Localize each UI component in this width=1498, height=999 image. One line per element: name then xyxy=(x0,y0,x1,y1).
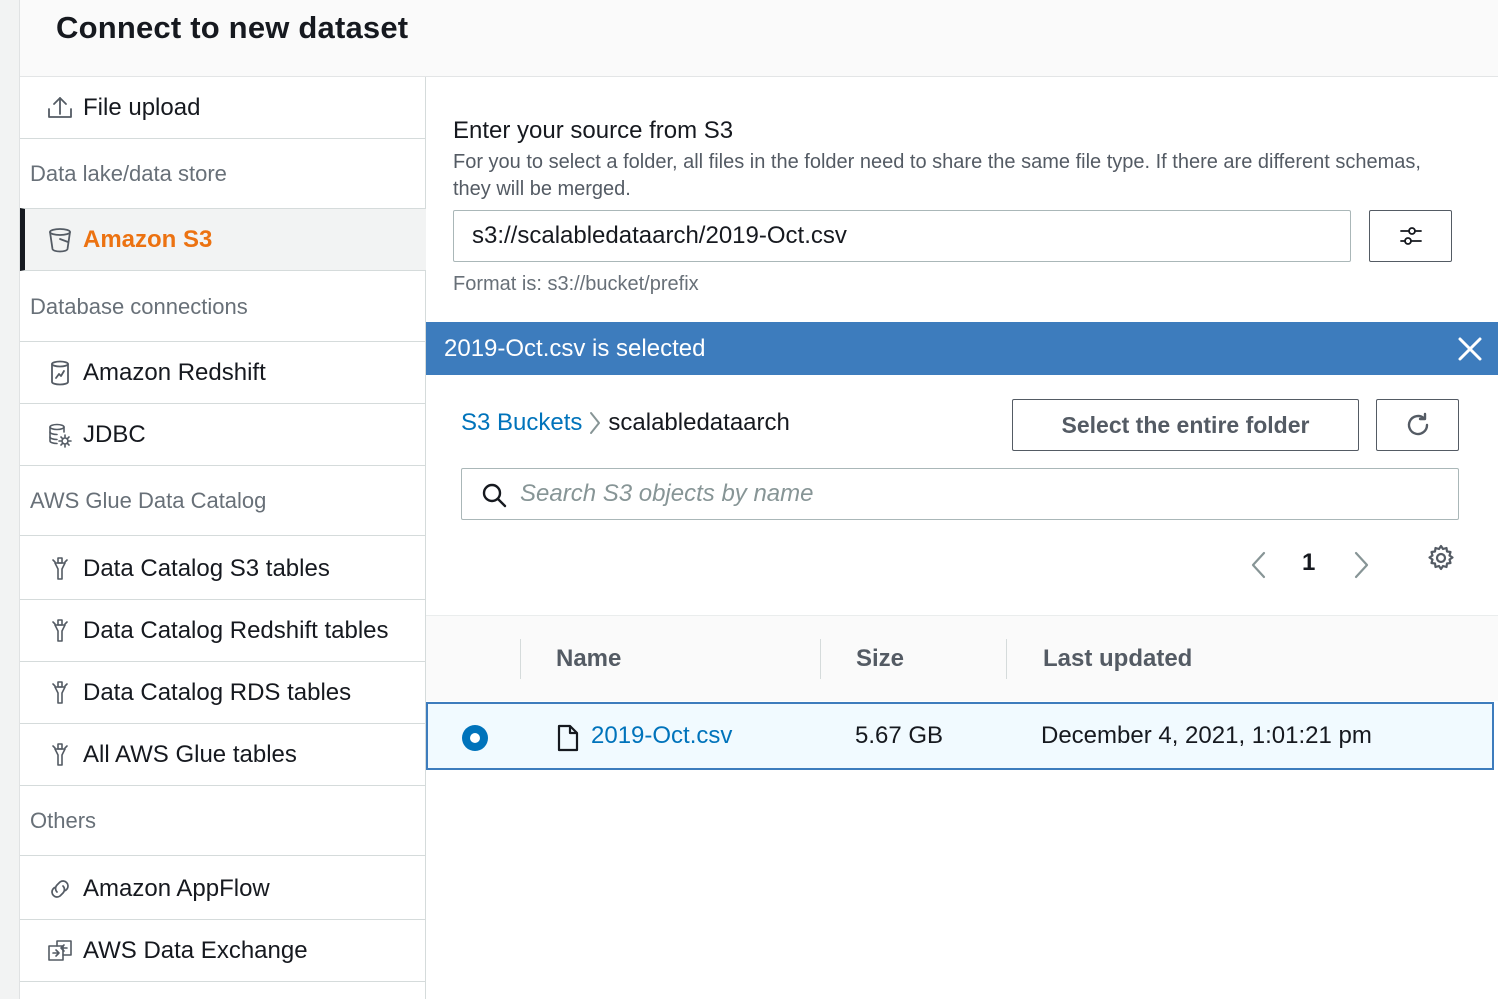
glue-icon xyxy=(46,679,74,707)
sidebar-item-amazon-redshift[interactable]: Amazon Redshift xyxy=(20,342,426,404)
sidebar-item-file-upload[interactable]: File upload xyxy=(20,77,426,139)
search-box xyxy=(461,468,1459,520)
sidebar-item-label: All AWS Glue tables xyxy=(83,740,297,768)
column-divider xyxy=(820,639,821,679)
refresh-button[interactable] xyxy=(1376,399,1459,451)
upload-icon xyxy=(46,94,74,122)
file-name-link[interactable]: 2019-Oct.csv xyxy=(591,704,732,768)
column-divider xyxy=(1006,639,1007,679)
selection-banner-text: 2019-Oct.csv is selected xyxy=(444,334,706,362)
format-hint: Format is: s3://bucket/prefix xyxy=(453,273,699,295)
bucket-icon xyxy=(46,226,74,254)
table-header: Name Size Last updated xyxy=(426,615,1498,701)
row-radio-selected[interactable] xyxy=(462,725,488,751)
sidebar-item-amazon-appflow[interactable]: Amazon AppFlow xyxy=(20,858,426,920)
glue-icon xyxy=(46,741,74,769)
sidebar-item-aws-data-exchange[interactable]: AWS Data Exchange xyxy=(20,920,426,982)
sidebar-section-glue: AWS Glue Data Catalog xyxy=(20,466,426,536)
file-last-updated: December 4, 2021, 1:01:21 pm xyxy=(1041,722,1372,749)
sidebar-section-database: Database connections xyxy=(20,272,426,342)
sidebar: File upload Data lake/data store Amazon … xyxy=(20,77,426,999)
column-header-last-updated[interactable]: Last updated xyxy=(1043,616,1192,702)
select-entire-folder-button[interactable]: Select the entire folder xyxy=(1012,399,1359,451)
sidebar-item-amazon-s3[interactable]: Amazon S3 xyxy=(20,208,426,271)
chevron-right-icon[interactable] xyxy=(1348,550,1374,580)
page-number[interactable]: 1 xyxy=(1302,549,1315,577)
breadcrumb-s3-buckets[interactable]: S3 Buckets xyxy=(461,409,582,437)
source-description: For you to select a folder, all files in… xyxy=(453,151,1421,200)
sidebar-item-label: File upload xyxy=(83,93,201,121)
file-icon xyxy=(557,724,579,752)
column-divider xyxy=(520,639,521,679)
s3-browser: S3 Buckets scalabledataarch Select the e… xyxy=(426,375,1498,999)
breadcrumb: S3 Buckets scalabledataarch xyxy=(461,409,790,437)
sidebar-item-label: Amazon AppFlow xyxy=(83,874,270,902)
sidebar-section-others: Others xyxy=(20,786,426,856)
table-row[interactable]: 2019-Oct.csv 5.67 GB December 4, 2021, 1… xyxy=(426,702,1494,770)
sliders-icon xyxy=(1399,227,1422,245)
page-left-gutter xyxy=(0,0,20,999)
breadcrumb-current: scalabledataarch xyxy=(608,409,790,436)
database-gear-icon xyxy=(46,421,74,449)
chevron-left-icon[interactable] xyxy=(1246,550,1272,580)
sidebar-item-label: AWS Data Exchange xyxy=(83,936,308,964)
source-settings-button[interactable] xyxy=(1369,210,1452,262)
main-panel: Enter your source from S3 For you to sel… xyxy=(426,77,1498,999)
gear-icon[interactable] xyxy=(1426,543,1456,573)
sidebar-item-jdbc[interactable]: JDBC xyxy=(20,404,426,466)
sidebar-item-label: Data Catalog RDS tables xyxy=(83,678,352,706)
glue-icon xyxy=(46,555,74,583)
sidebar-item-label: Amazon Redshift xyxy=(83,358,266,386)
sidebar-item-label: Data Catalog S3 tables xyxy=(83,554,330,582)
appflow-icon xyxy=(46,875,74,903)
search-icon xyxy=(482,483,507,508)
sidebar-item-label: Amazon S3 xyxy=(83,225,213,253)
close-icon[interactable] xyxy=(1456,335,1484,363)
sidebar-item-label: JDBC xyxy=(83,420,146,448)
selection-banner: 2019-Oct.csv is selected xyxy=(426,322,1498,375)
source-label: Enter your source from S3 xyxy=(453,117,734,144)
file-size: 5.67 GB xyxy=(855,722,944,749)
chevron-right-icon xyxy=(588,410,602,436)
search-input[interactable] xyxy=(520,469,1450,519)
sidebar-item-all-glue-tables[interactable]: All AWS Glue tables xyxy=(20,724,426,786)
redshift-icon xyxy=(46,359,74,387)
sidebar-item-catalog-s3-tables[interactable]: Data Catalog S3 tables xyxy=(20,538,426,600)
page-title: Connect to new dataset xyxy=(56,10,409,45)
glue-icon xyxy=(46,617,74,645)
s3-source-input[interactable] xyxy=(453,210,1351,262)
data-exchange-icon xyxy=(46,937,74,965)
sidebar-section-data-lake: Data lake/data store xyxy=(20,139,426,209)
column-header-size[interactable]: Size xyxy=(856,616,904,702)
sidebar-item-catalog-redshift-tables[interactable]: Data Catalog Redshift tables xyxy=(20,600,426,662)
sidebar-item-catalog-rds-tables[interactable]: Data Catalog RDS tables xyxy=(20,662,426,724)
sidebar-item-label: Data Catalog Redshift tables xyxy=(83,616,389,644)
page-header: Connect to new dataset xyxy=(20,0,1498,77)
refresh-icon xyxy=(1407,412,1428,436)
column-header-name[interactable]: Name xyxy=(556,616,621,702)
